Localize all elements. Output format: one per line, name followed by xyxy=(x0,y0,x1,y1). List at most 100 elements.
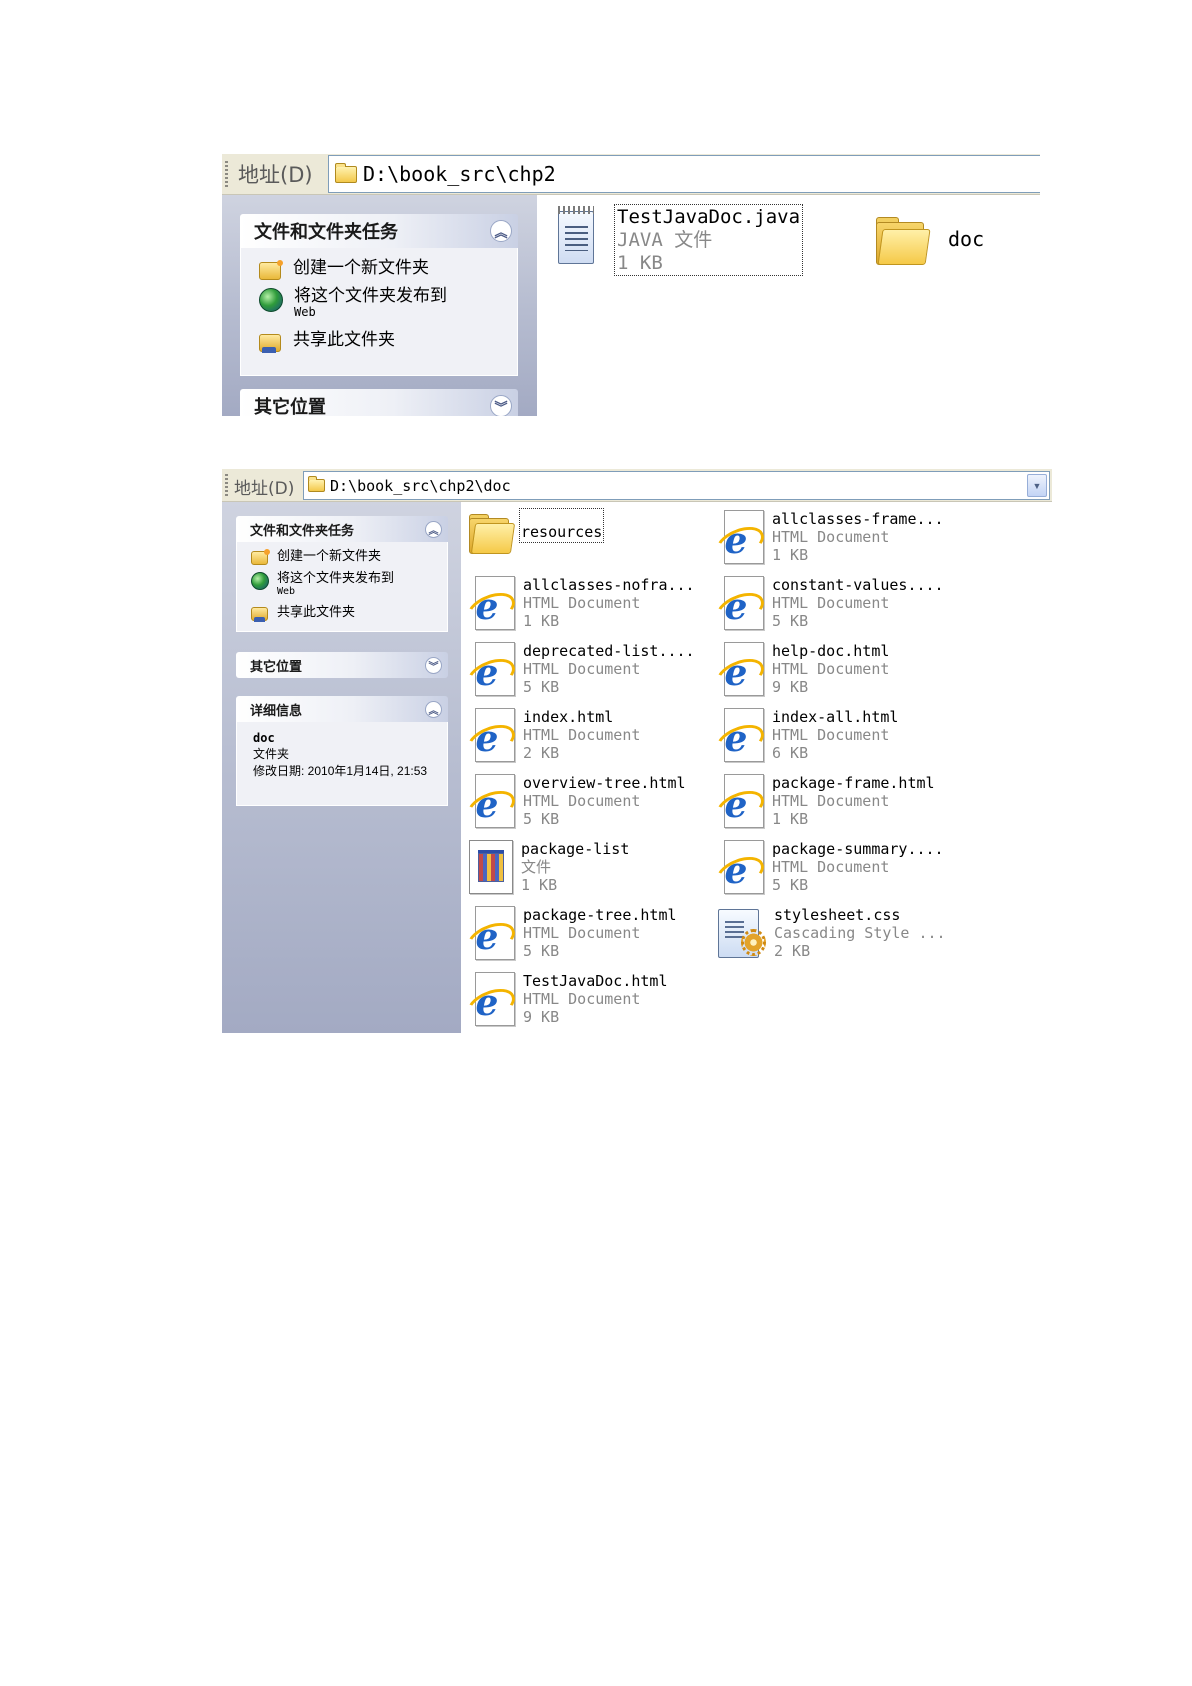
file-item[interactable]: e package-frame.html HTML Document 1 KB xyxy=(711,774,935,830)
file-type: HTML Document xyxy=(523,924,641,942)
file-name: TestJavaDoc.java xyxy=(617,206,801,228)
task-publish-web[interactable]: 将这个文件夹发布到 Web xyxy=(259,286,517,330)
file-item[interactable]: e index-all.html HTML Document 6 KB xyxy=(711,708,899,764)
file-type: HTML Document xyxy=(523,726,641,744)
expand-chevron-icon[interactable]: ︾ xyxy=(425,656,442,674)
toolbar-grip[interactable] xyxy=(225,161,228,187)
file-item[interactable]: stylesheet.css Cascading Style ... 2 KB xyxy=(718,906,946,960)
new-folder-icon xyxy=(259,260,283,280)
file-item[interactable]: e TestJavaDoc.html HTML Document 9 KB xyxy=(462,972,668,1028)
file-type: HTML Document xyxy=(772,792,890,810)
details-group: 详细信息 ︽ doc 文件夹 修改日期: 2010年1月14日, 21:53 xyxy=(236,696,448,806)
file-type: HTML Document xyxy=(772,726,890,744)
file-name: index-all.html xyxy=(772,708,899,726)
file-name: index.html xyxy=(523,708,614,726)
task-sublabel: Web xyxy=(294,304,316,319)
file-type: HTML Document xyxy=(772,594,890,612)
file-type: HTML Document xyxy=(523,594,641,612)
file-item[interactable]: package-list 文件 1 KB xyxy=(469,840,629,894)
address-dropdown-button[interactable]: ▼ xyxy=(1027,474,1047,497)
collapse-chevron-icon[interactable]: ︽ xyxy=(490,220,512,242)
file-type: HTML Document xyxy=(523,792,641,810)
file-size: 2 KB xyxy=(774,942,811,960)
css-icon xyxy=(718,906,766,958)
file-text: allclasses-nofra... HTML Document 1 KB xyxy=(523,576,695,630)
file-type: HTML Document xyxy=(772,660,890,678)
address-path: D:\book_src\chp2\doc xyxy=(330,476,511,495)
address-bar: 地址(D) D:\book_src\chp2\doc ▼ xyxy=(222,469,1052,502)
folder-icon xyxy=(335,162,357,183)
task-label: 创建一个新文件夹 xyxy=(293,258,429,277)
group-header[interactable]: 文件和文件夹任务 ︽ xyxy=(240,214,518,248)
ie-html-icon: e xyxy=(462,708,520,764)
group-header[interactable]: 其它位置 ︾ xyxy=(236,652,448,678)
task-share-folder[interactable]: 共享此文件夹 xyxy=(251,604,447,627)
collapse-chevron-icon[interactable]: ︽ xyxy=(425,520,442,538)
other-places-group: 其它位置 ︾ xyxy=(236,652,448,678)
task-pane: 文件和文件夹任务 ︽ 创建一个新文件夹 将这个文件夹发布到 Web 共享此文件夹… xyxy=(222,195,537,416)
file-item[interactable]: e allclasses-frame... HTML Document 1 KB xyxy=(711,510,944,566)
address-input[interactable]: D:\book_src\chp2\doc ▼ xyxy=(303,471,1050,500)
ie-html-icon: e xyxy=(711,576,769,632)
task-label-group: 将这个文件夹发布到 Web xyxy=(277,570,395,597)
other-places-group: 其它位置 ︾ xyxy=(240,389,518,416)
file-item[interactable]: e deprecated-list.... HTML Document 5 KB xyxy=(462,642,695,698)
file-item[interactable]: e index.html HTML Document 2 KB xyxy=(462,708,641,764)
group-header[interactable]: 文件和文件夹任务 ︽ xyxy=(236,516,448,542)
group-header[interactable]: 其它位置 ︾ xyxy=(240,389,518,416)
file-item[interactable]: e constant-values.... HTML Document 5 KB xyxy=(711,576,944,632)
file-item[interactable]: doc xyxy=(876,213,984,265)
task-share-folder[interactable]: 共享此文件夹 xyxy=(259,330,517,358)
group-title: 详细信息 xyxy=(250,702,303,718)
task-new-folder[interactable]: 创建一个新文件夹 xyxy=(251,548,447,571)
address-path: D:\book_src\chp2 xyxy=(363,162,556,186)
folder-icon xyxy=(308,476,325,492)
notepad-icon xyxy=(554,206,598,264)
group-title: 其它位置 xyxy=(250,658,303,674)
address-label: 地址(D) xyxy=(238,163,313,187)
file-size: 1 KB xyxy=(617,251,663,274)
explorer-window-doc: 地址(D) D:\book_src\chp2\doc ▼ 文件和文件夹任务 ︽ … xyxy=(222,469,1052,1033)
file-name: stylesheet.css xyxy=(774,906,901,924)
new-folder-icon xyxy=(251,549,270,565)
file-item[interactable]: TestJavaDoc.java JAVA 文件 1 KB xyxy=(554,203,804,277)
file-folder-tasks-group: 文件和文件夹任务 ︽ 创建一个新文件夹 将这个文件夹发布到 Web 共享此文件夹 xyxy=(236,516,448,632)
file-text: package-frame.html HTML Document 1 KB xyxy=(772,774,935,828)
task-label: 将这个文件夹发布到 xyxy=(277,570,395,585)
address-label: 地址(D) xyxy=(234,479,295,499)
ie-html-icon: e xyxy=(462,642,520,698)
file-text: overview-tree.html HTML Document 5 KB xyxy=(523,774,686,828)
task-label: 共享此文件夹 xyxy=(277,604,356,619)
file-item[interactable]: e allclasses-nofra... HTML Document 1 KB xyxy=(462,576,695,632)
file-item[interactable]: e package-tree.html HTML Document 5 KB xyxy=(462,906,677,962)
globe-icon xyxy=(259,288,283,312)
file-item[interactable]: e package-summary.... HTML Document 5 KB xyxy=(711,840,944,896)
details-modified: 修改日期: 2010年1月14日, 21:53 xyxy=(253,764,428,779)
chevron-down-icon: ▼ xyxy=(1032,480,1042,491)
group-header[interactable]: 详细信息 ︽ xyxy=(236,696,448,722)
task-sublabel: Web xyxy=(277,585,296,597)
file-size: 1 KB xyxy=(772,546,809,564)
group-body: 创建一个新文件夹 将这个文件夹发布到 Web 共享此文件夹 xyxy=(240,248,518,376)
task-new-folder[interactable]: 创建一个新文件夹 xyxy=(259,258,517,286)
file-item[interactable]: e help-doc.html HTML Document 9 KB xyxy=(711,642,890,698)
file-name: package-tree.html xyxy=(523,906,677,924)
file-size: 9 KB xyxy=(772,678,809,696)
file-type: HTML Document xyxy=(772,528,890,546)
file-text: stylesheet.css Cascading Style ... 2 KB xyxy=(774,906,946,960)
file-type: HTML Document xyxy=(523,660,641,678)
task-label: 共享此文件夹 xyxy=(293,330,395,349)
address-input[interactable]: D:\book_src\chp2 xyxy=(328,155,1040,193)
task-publish-web[interactable]: 将这个文件夹发布到 Web xyxy=(251,570,447,605)
file-type: HTML Document xyxy=(772,858,890,876)
globe-icon xyxy=(251,572,269,590)
file-type: Cascading Style ... xyxy=(774,924,946,942)
file-item[interactable]: e overview-tree.html HTML Document 5 KB xyxy=(462,774,686,830)
group-body: doc 文件夹 修改日期: 2010年1月14日, 21:53 xyxy=(236,722,448,806)
toolbar-grip[interactable] xyxy=(225,474,228,496)
expand-chevron-icon[interactable]: ︾ xyxy=(490,395,512,416)
file-item[interactable]: resources xyxy=(469,508,605,554)
ie-html-icon: e xyxy=(462,906,520,962)
collapse-chevron-icon[interactable]: ︽ xyxy=(425,700,442,718)
file-size: 5 KB xyxy=(523,942,560,960)
